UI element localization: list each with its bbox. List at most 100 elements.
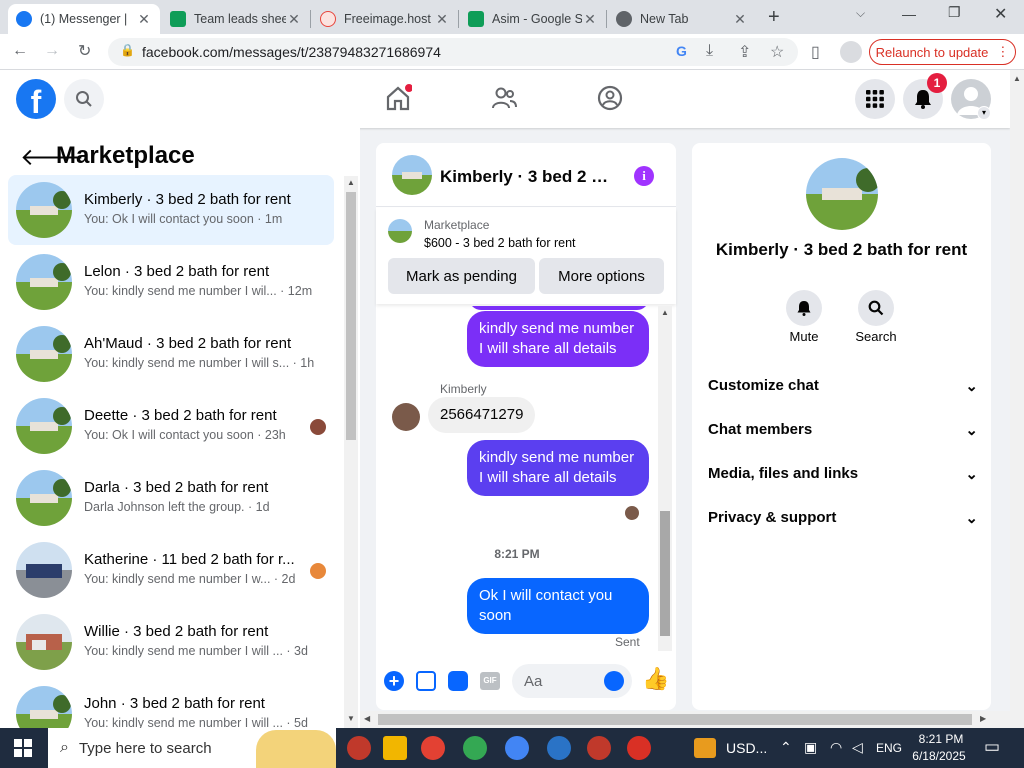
scroll-up-icon[interactable]: ▲ — [347, 178, 355, 187]
plus-icon[interactable]: + — [384, 671, 404, 691]
chrome-icon[interactable] — [421, 736, 445, 760]
mute-button[interactable] — [786, 290, 822, 326]
section-privacy-support[interactable]: Privacy & support ⌄ — [708, 509, 978, 527]
chrome-profile-icon[interactable] — [627, 736, 651, 760]
conversation-item-kimberly[interactable]: Kimberly · 3 bed 2 bath for rent You: Ok… — [8, 175, 334, 245]
install-icon[interactable]: ⤓ — [706, 42, 713, 60]
close-icon[interactable]: ✕ — [582, 11, 598, 28]
listing-thumbnail[interactable] — [388, 219, 412, 243]
more-options-button[interactable]: More options — [539, 258, 664, 294]
mark-as-pending-button[interactable]: Mark as pending — [388, 258, 535, 294]
message-bubble-incoming[interactable]: 2566471279 — [428, 397, 536, 433]
avatar[interactable] — [806, 158, 878, 230]
windows-start-icon[interactable] — [14, 739, 32, 762]
page-scrollbar[interactable]: ▲ — [1010, 70, 1024, 728]
chrome-profile-icon[interactable] — [547, 736, 571, 760]
info-icon[interactable]: i — [634, 166, 654, 186]
avatar[interactable] — [392, 155, 432, 195]
chat-title[interactable]: Kimberly · 3 bed 2 b... — [440, 167, 610, 187]
new-tab-button[interactable]: + — [768, 6, 780, 29]
conversation-item-lelon[interactable]: Lelon · 3 bed 2 bath for rent You: kindl… — [8, 247, 334, 317]
notifications-icon[interactable]: ▭ — [984, 737, 1000, 757]
chrome-profile-icon[interactable] — [463, 736, 487, 760]
home-nav[interactable] — [384, 84, 413, 117]
close-icon[interactable]: ✕ — [434, 11, 450, 28]
close-icon[interactable]: ✕ — [286, 11, 302, 28]
wifi-icon[interactable]: ◠ — [830, 739, 842, 756]
scroll-up-icon[interactable]: ▲ — [661, 308, 669, 317]
section-customize-chat[interactable]: Customize chat ⌄ — [708, 377, 978, 395]
share-icon[interactable]: ⇪ — [738, 42, 751, 62]
profile-icon[interactable] — [840, 41, 862, 63]
facebook-logo-icon[interactable]: f — [16, 79, 56, 120]
scroll-up-icon[interactable]: ▲ — [1013, 74, 1021, 83]
clock-date[interactable]: 6/18/2025 — [906, 749, 972, 763]
sticker-icon[interactable] — [448, 671, 468, 691]
conversation-item-ahmaud[interactable]: Ah'Maud · 3 bed 2 bath for rent You: kin… — [8, 319, 334, 389]
currency-text[interactable]: USD... — [726, 740, 767, 756]
bookmark-star-icon[interactable]: ☆ — [770, 42, 784, 62]
clock-time[interactable]: 8:21 PM — [910, 732, 972, 746]
chat-panel: Kimberly · 3 bed 2 b... i Marketplace $6… — [376, 143, 676, 710]
window-close-icon[interactable]: ✕ — [994, 4, 1007, 24]
friends-nav[interactable] — [490, 84, 518, 117]
message-bubble-outgoing[interactable]: kindly send me number I will share all d… — [467, 440, 649, 496]
menu-button[interactable] — [855, 79, 895, 119]
tab-team-leads[interactable]: Team leads shee ✕ — [162, 4, 310, 34]
horizontal-scrollbar[interactable]: ◀ ▶ — [360, 711, 1010, 728]
scroll-left-icon[interactable]: ◀ — [364, 714, 370, 723]
tab-asim-sheet[interactable]: Asim - Google S ✕ — [460, 4, 606, 34]
reload-icon[interactable]: ↻ — [78, 41, 91, 61]
thumbs-up-icon[interactable]: 👍 — [642, 666, 669, 692]
home-icon — [386, 84, 413, 111]
message-bubble-outgoing[interactable]: Ok I will contact you soon — [467, 578, 649, 634]
restore-icon[interactable]: ❐ — [948, 4, 961, 21]
message-input[interactable]: Aa — [512, 664, 632, 698]
volume-icon[interactable]: ◁ — [852, 739, 863, 756]
facebook-icon — [16, 11, 32, 27]
scrollbar-thumb[interactable] — [346, 192, 356, 440]
gif-icon[interactable]: GIF — [480, 672, 500, 690]
meet-icon[interactable]: ▣ — [804, 739, 817, 756]
minimize-icon[interactable]: — — [902, 6, 916, 22]
forward-arrow-icon[interactable]: → — [44, 42, 60, 60]
message-bubble-outgoing[interactable]: kindly send me number I will share all d… — [467, 311, 649, 367]
address-bar[interactable]: 🔒 facebook.com/messages/t/23879483271686… — [108, 38, 798, 66]
app-icon[interactable] — [347, 736, 371, 760]
section-chat-members[interactable]: Chat members ⌄ — [708, 421, 978, 439]
notification-badge: 1 — [927, 73, 947, 93]
side-panel-icon[interactable]: ▯ — [811, 42, 820, 62]
scrollbar-thumb[interactable] — [660, 511, 670, 636]
emoji-icon[interactable] — [604, 671, 624, 691]
tab-new-tab[interactable]: New Tab ✕ — [608, 4, 756, 34]
photo-icon[interactable] — [416, 671, 436, 691]
conversation-item-katherine[interactable]: Katherine · 11 bed 2 bath for r... You: … — [8, 535, 334, 605]
conversation-item-darla[interactable]: Darla · 3 bed 2 bath for rent Darla John… — [8, 463, 334, 533]
chat-scrollbar[interactable]: ▲ — [658, 306, 672, 651]
scrollbar-thumb[interactable] — [378, 714, 972, 725]
google-icon[interactable]: G — [676, 43, 687, 59]
back-arrow-icon[interactable]: ← — [12, 42, 28, 60]
sheets-icon — [170, 11, 186, 27]
relaunch-button[interactable]: Relaunch to update ⋮ — [869, 39, 1016, 65]
close-icon[interactable]: ✕ — [136, 11, 152, 28]
section-media-files-links[interactable]: Media, files and links ⌄ — [708, 465, 978, 483]
conversation-list-scrollbar[interactable]: ▲ ▼ — [344, 176, 358, 728]
file-explorer-icon[interactable] — [383, 736, 407, 760]
groups-nav[interactable] — [596, 84, 624, 117]
language-indicator[interactable]: ENG — [876, 741, 902, 755]
scroll-right-icon[interactable]: ▶ — [980, 714, 986, 723]
search-button[interactable] — [64, 79, 104, 119]
chrome-profile-icon[interactable] — [587, 736, 611, 760]
conversation-item-willie[interactable]: Willie · 3 bed 2 bath for rent You: kind… — [8, 607, 334, 677]
search-in-chat-button[interactable] — [858, 290, 894, 326]
scroll-down-icon[interactable]: ▼ — [347, 714, 355, 723]
tab-freeimage[interactable]: Freeimage.host ✕ — [312, 4, 458, 34]
chrome-profile-icon[interactable] — [505, 736, 529, 760]
listing-title[interactable]: $600 - 3 bed 2 bath for rent — [424, 236, 576, 250]
tray-chevron-up-icon[interactable]: ⌃ — [780, 739, 792, 756]
conversation-item-deette[interactable]: Deette · 3 bed 2 bath for rent You: Ok I… — [8, 391, 334, 461]
close-icon[interactable]: ✕ — [732, 11, 748, 28]
tab-search-icon[interactable]: ⌵ — [856, 6, 865, 21]
tab-messenger[interactable]: (1) Messenger | ✕ — [8, 4, 160, 34]
